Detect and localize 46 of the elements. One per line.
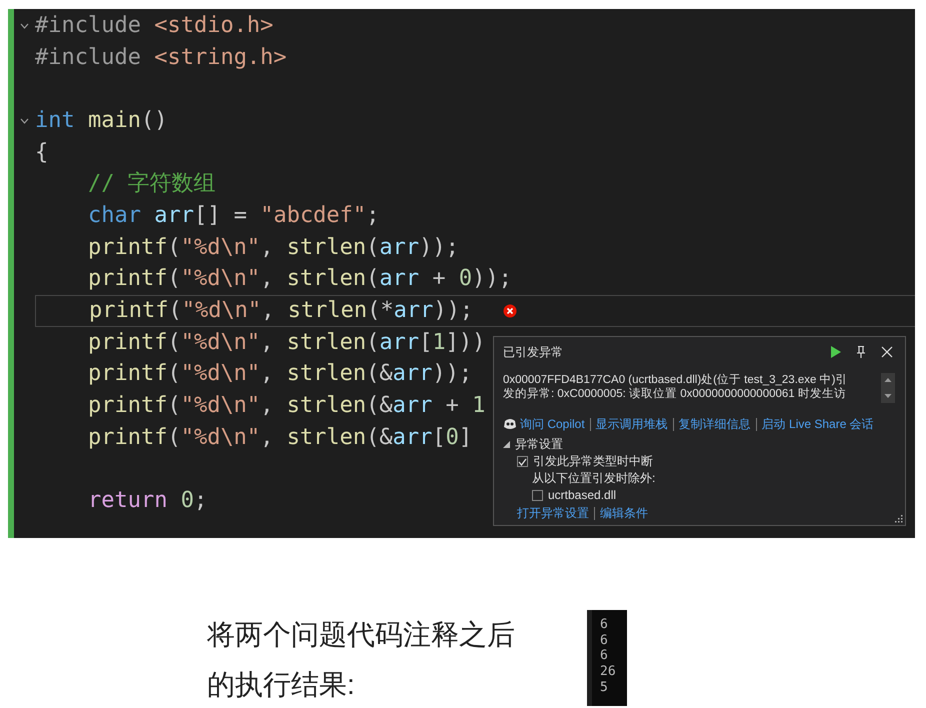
code-line: #include <stdio.h> bbox=[35, 12, 274, 40]
code-line: char arr[] = "abcdef"; bbox=[86, 202, 380, 230]
settings-link[interactable]: 打开异常设置 bbox=[517, 504, 589, 522]
code-line: printf("%d\n", strlen(arr + 0)); bbox=[86, 265, 512, 294]
code-line: printf("%d\n", strlen(*arr)); bbox=[88, 297, 474, 326]
except-label: 从以下位置引发时除外: bbox=[531, 470, 656, 487]
close-icon[interactable] bbox=[880, 345, 894, 359]
copilot-icon bbox=[503, 418, 517, 430]
code-line: // 字符数组 bbox=[86, 170, 216, 198]
action-link[interactable]: 复制详细信息 bbox=[678, 416, 751, 432]
code-line: printf("%d\n", strlen(arr)); bbox=[86, 234, 459, 262]
code-line: return 0; bbox=[86, 487, 208, 516]
action-link[interactable]: 显示调用堆栈 bbox=[596, 416, 668, 432]
checkbox[interactable] bbox=[532, 490, 543, 501]
code-line: #include <string.h> bbox=[35, 44, 287, 72]
scrollbar-icon[interactable] bbox=[881, 373, 895, 403]
continue-icon[interactable] bbox=[828, 345, 842, 359]
checkmark-icon bbox=[518, 458, 527, 466]
popup-title: 已引发异常 bbox=[503, 344, 563, 360]
caption-text: 将两个问题代码注释之后 bbox=[207, 618, 516, 652]
action-link[interactable]: 询问 Copilot bbox=[520, 416, 585, 432]
output-line: 6 bbox=[600, 632, 609, 648]
settings-link[interactable]: 编辑条件 bbox=[600, 504, 648, 522]
code-line: int main() bbox=[35, 106, 168, 135]
caption-text: 的执行结果: bbox=[207, 668, 356, 702]
resize-grip-icon[interactable] bbox=[894, 514, 903, 523]
checkbox-label: ucrtbased.dll bbox=[548, 487, 616, 504]
code-line: printf("%d\n", strlen(&arr + 1 bbox=[86, 392, 486, 420]
code-line: { bbox=[35, 138, 48, 167]
output-line: 5 bbox=[600, 680, 609, 696]
code-line: printf("%d\n", strlen(&arr)); bbox=[86, 360, 472, 388]
expand-triangle-icon[interactable] bbox=[503, 441, 510, 448]
code-line: printf("%d\n", strlen(arr[1])) bbox=[86, 328, 486, 357]
chevron-icon[interactable] bbox=[20, 118, 29, 124]
output-line: 6 bbox=[600, 617, 609, 633]
action-link[interactable]: 启动 Live Share 会话 bbox=[762, 416, 874, 432]
output-line: 6 bbox=[600, 648, 609, 664]
checkbox-label: 引发此异常类型时中断 bbox=[533, 453, 653, 470]
output-line: 26 bbox=[600, 664, 617, 680]
exception-message: 0x00007FFD4B177CA0 (ucrtbased.dll)处(位于 test_3_23.exe 中)引 bbox=[503, 373, 848, 387]
section-title: 异常设置 bbox=[515, 436, 563, 453]
code-line: printf("%d\n", strlen(&arr[0] bbox=[86, 424, 472, 452]
pin-icon[interactable] bbox=[854, 345, 868, 359]
checkbox[interactable] bbox=[517, 456, 528, 467]
exception-message: 发的异常: 0xC0000005: 读取位置 0x0000000000000061 时发生访 bbox=[503, 387, 847, 401]
chevron-icon[interactable] bbox=[20, 22, 29, 29]
